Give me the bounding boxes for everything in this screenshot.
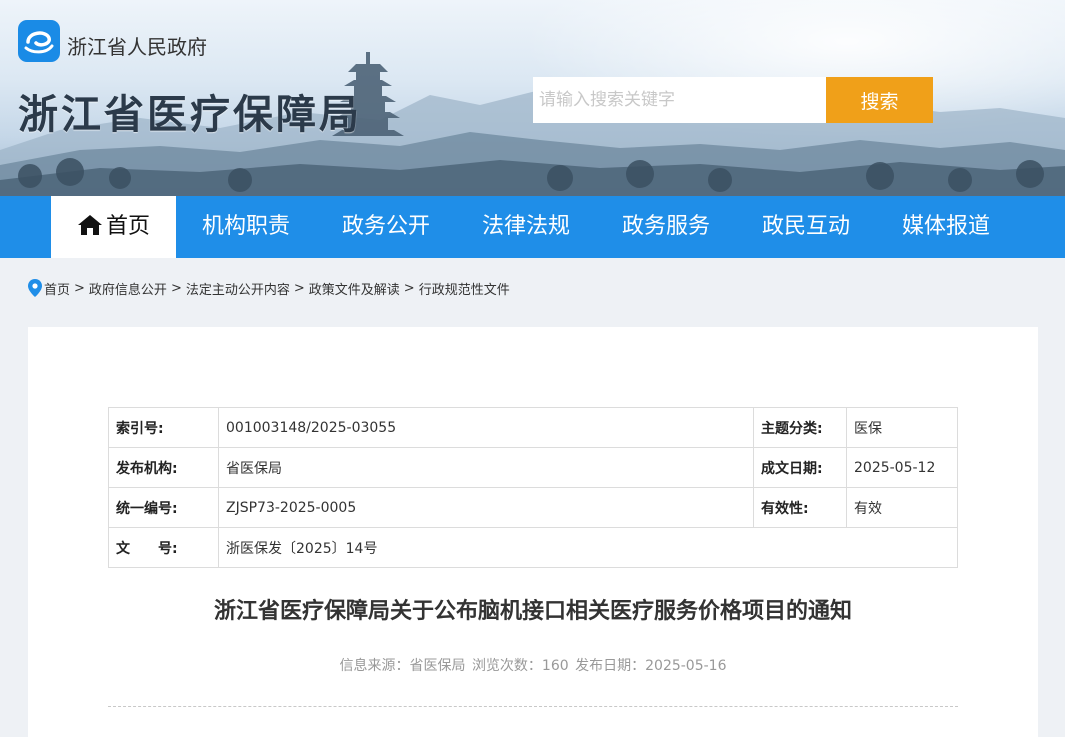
validity-label: 有效性: xyxy=(753,487,847,528)
home-icon xyxy=(77,215,102,235)
breadcrumb-separator: > xyxy=(74,280,85,296)
table-row: 发布机构: 省医保局 成文日期: 2025-05-12 xyxy=(108,447,958,488)
info-views: 浏览次数：160 xyxy=(471,658,569,674)
issuer-value: 省医保局 xyxy=(218,447,754,488)
location-pin-icon xyxy=(28,279,42,297)
doc-number-value: 浙医保发〔2025〕14号 xyxy=(218,527,958,568)
main-nav: 首页 机构职责 政务公开 法律法规 政务服务 政民互动 媒体报道 xyxy=(0,196,1065,258)
breadcrumb-statutory[interactable]: 法定主动公开内容 xyxy=(186,279,290,298)
validity-value: 有效 xyxy=(846,487,958,528)
date-label: 成文日期: xyxy=(753,447,847,488)
site-title: 浙江省医疗保障局 xyxy=(18,92,362,138)
issuer-label: 发布机构: xyxy=(108,447,219,488)
breadcrumb-gov-info[interactable]: 政府信息公开 xyxy=(89,279,167,298)
table-row: 文 号: 浙医保发〔2025〕14号 xyxy=(108,527,958,568)
nav-item-label: 首页 xyxy=(105,214,150,239)
table-row: 索引号: 001003148/2025-03055 主题分类: 医保 xyxy=(108,407,958,448)
logo-icon xyxy=(24,31,54,54)
info-source: 信息来源：省医保局 xyxy=(339,658,466,674)
breadcrumb-policy[interactable]: 政策文件及解读 xyxy=(309,279,400,298)
search-button[interactable]: 搜索 xyxy=(826,77,933,123)
nav-item-services[interactable]: 政务服务 xyxy=(606,196,726,258)
site-header: 浙江省人民政府 浙江省医疗保障局 搜索 xyxy=(0,0,1065,196)
topic-value: 医保 xyxy=(846,407,958,448)
index-label: 索引号: xyxy=(108,407,219,448)
document-meta-table: 索引号: 001003148/2025-03055 主题分类: 医保 发布机构:… xyxy=(108,407,958,568)
nav-item-media[interactable]: 媒体报道 xyxy=(886,196,1006,258)
zhejiang-gov-logo[interactable] xyxy=(18,20,60,62)
document-info: 信息来源：省医保局 浏览次数：160 发布日期：2025-05-16 xyxy=(28,655,1038,675)
breadcrumb-separator: > xyxy=(403,280,415,296)
code-value: ZJSP73-2025-0005 xyxy=(218,487,754,528)
nav-item-functions[interactable]: 机构职责 xyxy=(186,196,306,258)
doc-number-label: 文 号: xyxy=(108,527,219,568)
breadcrumb: 首页 > 政府信息公开 > 法定主动公开内容 > 政策文件及解读 > 行政规范性… xyxy=(28,276,510,300)
code-label: 统一编号: xyxy=(108,487,219,528)
table-row: 统一编号: ZJSP73-2025-0005 有效性: 有效 xyxy=(108,487,958,528)
topic-label: 主题分类: xyxy=(753,407,847,448)
nav-item-interaction[interactable]: 政民互动 xyxy=(746,196,866,258)
dashed-divider xyxy=(108,706,958,707)
search-input[interactable] xyxy=(533,77,826,123)
nav-item-laws[interactable]: 法律法规 xyxy=(466,196,586,258)
nav-item-gov-affairs[interactable]: 政务公开 xyxy=(326,196,446,258)
gov-name[interactable]: 浙江省人民政府 xyxy=(67,31,207,60)
index-value: 001003148/2025-03055 xyxy=(218,407,754,448)
info-date: 发布日期：2025-05-16 xyxy=(575,658,727,674)
breadcrumb-home[interactable]: 首页 xyxy=(44,279,70,298)
breadcrumb-normative[interactable]: 行政规范性文件 xyxy=(419,279,510,298)
article-panel: 索引号: 001003148/2025-03055 主题分类: 医保 发布机构:… xyxy=(28,327,1038,737)
nav-item-home[interactable]: 首页 xyxy=(51,196,176,258)
breadcrumb-separator: > xyxy=(170,280,182,296)
date-value: 2025-05-12 xyxy=(846,447,958,488)
document-title: 浙江省医疗保障局关于公布脑机接口相关医疗服务价格项目的通知 xyxy=(213,599,852,624)
breadcrumb-separator: > xyxy=(293,280,305,296)
